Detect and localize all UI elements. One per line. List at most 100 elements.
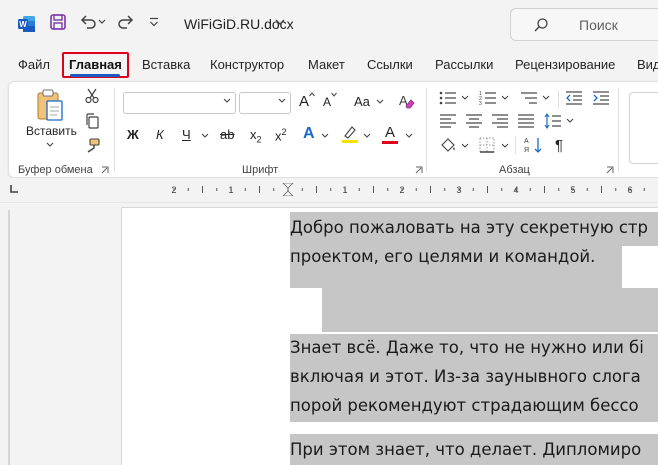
justify-icon[interactable] (517, 113, 535, 129)
tab-view[interactable]: Вид (637, 57, 658, 72)
chevron-down-icon[interactable] (566, 118, 574, 124)
tab-design[interactable]: Конструктор (210, 57, 284, 72)
paste-dropdown-icon[interactable] (46, 142, 54, 148)
tab-file[interactable]: Файл (18, 57, 50, 72)
paragraph-line[interactable]: При этом знает, что делает. Дипломиро (290, 440, 641, 459)
line-spacing-icon[interactable] (544, 113, 562, 129)
show-formatting-marks-button[interactable]: ¶ (555, 137, 563, 154)
tab-layout[interactable]: Макет (308, 57, 345, 72)
group-separator (426, 88, 427, 172)
tab-references[interactable]: Ссылки (367, 57, 413, 72)
tab-mailings[interactable]: Рассылки (435, 57, 493, 72)
paragraph-line[interactable]: порой рекомендуют страдающим бессо (290, 396, 639, 415)
svg-text:W: W (19, 20, 27, 29)
undo-dropdown-icon[interactable] (98, 19, 106, 25)
italic-button[interactable]: К (156, 127, 164, 142)
text-effects-button[interactable]: A (303, 125, 315, 143)
copy-icon[interactable] (84, 113, 100, 129)
decrease-indent-icon[interactable] (565, 90, 583, 106)
chevron-down-icon[interactable] (321, 133, 329, 139)
strikethrough-button[interactable]: ab (220, 127, 234, 142)
paragraph-line[interactable]: Знает всё. Даже то, что не нужно или бі (290, 338, 644, 357)
font-group-label: Шрифт (242, 164, 279, 176)
chevron-down-icon[interactable] (501, 143, 509, 149)
chevron-down-icon[interactable] (461, 143, 469, 149)
undo-icon[interactable] (79, 13, 97, 31)
svg-text:Я: Я (524, 147, 529, 154)
shading-icon[interactable] (439, 137, 457, 155)
title-bar: W WiFiGiD.RU.docx Поиск (0, 0, 658, 48)
superscript-mark: 2 (281, 127, 287, 137)
sort-icon[interactable]: A Я (524, 136, 544, 154)
shrink-font-button[interactable]: A (323, 95, 331, 109)
subscript-mark: 2 (256, 134, 262, 145)
ruler-number: 3 (456, 185, 461, 195)
chevron-down-icon[interactable] (376, 99, 384, 105)
clipboard-dialog-launcher-icon[interactable] (101, 166, 109, 174)
styles-gallery[interactable] (629, 92, 658, 164)
format-painter-icon[interactable] (84, 138, 100, 154)
tab-selector-icon[interactable] (10, 185, 18, 193)
font-name-dropdown[interactable] (123, 92, 236, 114)
superscript-button[interactable]: x2 (275, 127, 287, 143)
ruler-number: 1 (228, 185, 233, 195)
multilevel-list-icon[interactable] (520, 90, 538, 106)
bold-button[interactable]: Ж (127, 127, 139, 142)
paragraph-group-label: Абзац (499, 164, 530, 176)
chevron-down-icon (278, 98, 286, 103)
paste-button-label[interactable]: Вставить (26, 124, 77, 138)
caret-up-icon (309, 92, 315, 97)
numbering-icon[interactable]: 1 2 3 (479, 90, 497, 106)
clear-formatting-icon[interactable]: A (397, 92, 415, 110)
font-color-button[interactable]: A (385, 124, 395, 141)
chevron-down-icon[interactable] (201, 133, 209, 139)
vertical-ruler (8, 210, 10, 465)
ruler-number: 2 (171, 185, 176, 195)
underline-button[interactable]: Ч (182, 127, 191, 142)
ruler-number: 1 (342, 185, 347, 195)
tab-insert[interactable]: Вставка (142, 57, 190, 72)
selection-gap (622, 246, 658, 288)
word-logo[interactable]: W (18, 15, 36, 33)
grow-font-button[interactable]: A (299, 93, 309, 110)
inline-separator (515, 136, 516, 154)
paragraph-dialog-launcher-icon[interactable] (606, 166, 614, 174)
font-color-swatch (382, 141, 398, 144)
clipboard-paste-icon[interactable] (35, 88, 65, 122)
highlighter-icon[interactable] (341, 124, 359, 144)
align-left-icon[interactable] (439, 113, 457, 129)
font-dialog-launcher-icon[interactable] (415, 166, 423, 174)
svg-text:3: 3 (479, 101, 482, 106)
selection-highlight (322, 288, 658, 332)
align-center-icon[interactable] (465, 113, 483, 129)
svg-text:A: A (524, 138, 529, 145)
chevron-down-icon[interactable] (461, 95, 469, 101)
subscript-button[interactable]: x2 (250, 127, 262, 145)
group-separator (114, 88, 115, 172)
ruler-number: 4 (513, 185, 518, 195)
horizontal-ruler[interactable]: 2 1 1 2 3 4 5 6 (120, 183, 658, 196)
chevron-down-icon[interactable] (501, 95, 509, 101)
chevron-down-icon[interactable] (363, 133, 371, 139)
save-icon[interactable] (49, 13, 67, 31)
tab-review[interactable]: Рецензирование (515, 57, 615, 72)
bullets-icon[interactable] (439, 90, 457, 106)
chevron-down-icon[interactable] (405, 133, 413, 139)
search-placeholder: Поиск (579, 17, 618, 33)
paragraph-line[interactable]: Добро пожаловать на эту секретную стр (290, 218, 648, 237)
redo-icon[interactable] (117, 13, 135, 31)
customize-quick-access-icon[interactable] (149, 17, 159, 27)
ruler-number: 2 (399, 185, 404, 195)
chevron-down-icon[interactable] (274, 16, 286, 28)
cut-icon[interactable] (84, 88, 100, 104)
paragraph-line[interactable]: проектом, его целями и командой. (290, 247, 595, 266)
paragraph-line[interactable]: включая и этот. Из-за заунывного слога (290, 367, 641, 386)
align-right-icon[interactable] (491, 113, 509, 129)
increase-indent-icon[interactable] (592, 90, 610, 106)
borders-icon[interactable] (479, 137, 495, 153)
chevron-down-icon[interactable] (542, 95, 550, 101)
caret-down-icon (331, 92, 337, 97)
change-case-button[interactable]: Aa (354, 94, 370, 109)
search-input[interactable]: Поиск (510, 8, 658, 41)
font-size-dropdown[interactable] (239, 92, 291, 114)
